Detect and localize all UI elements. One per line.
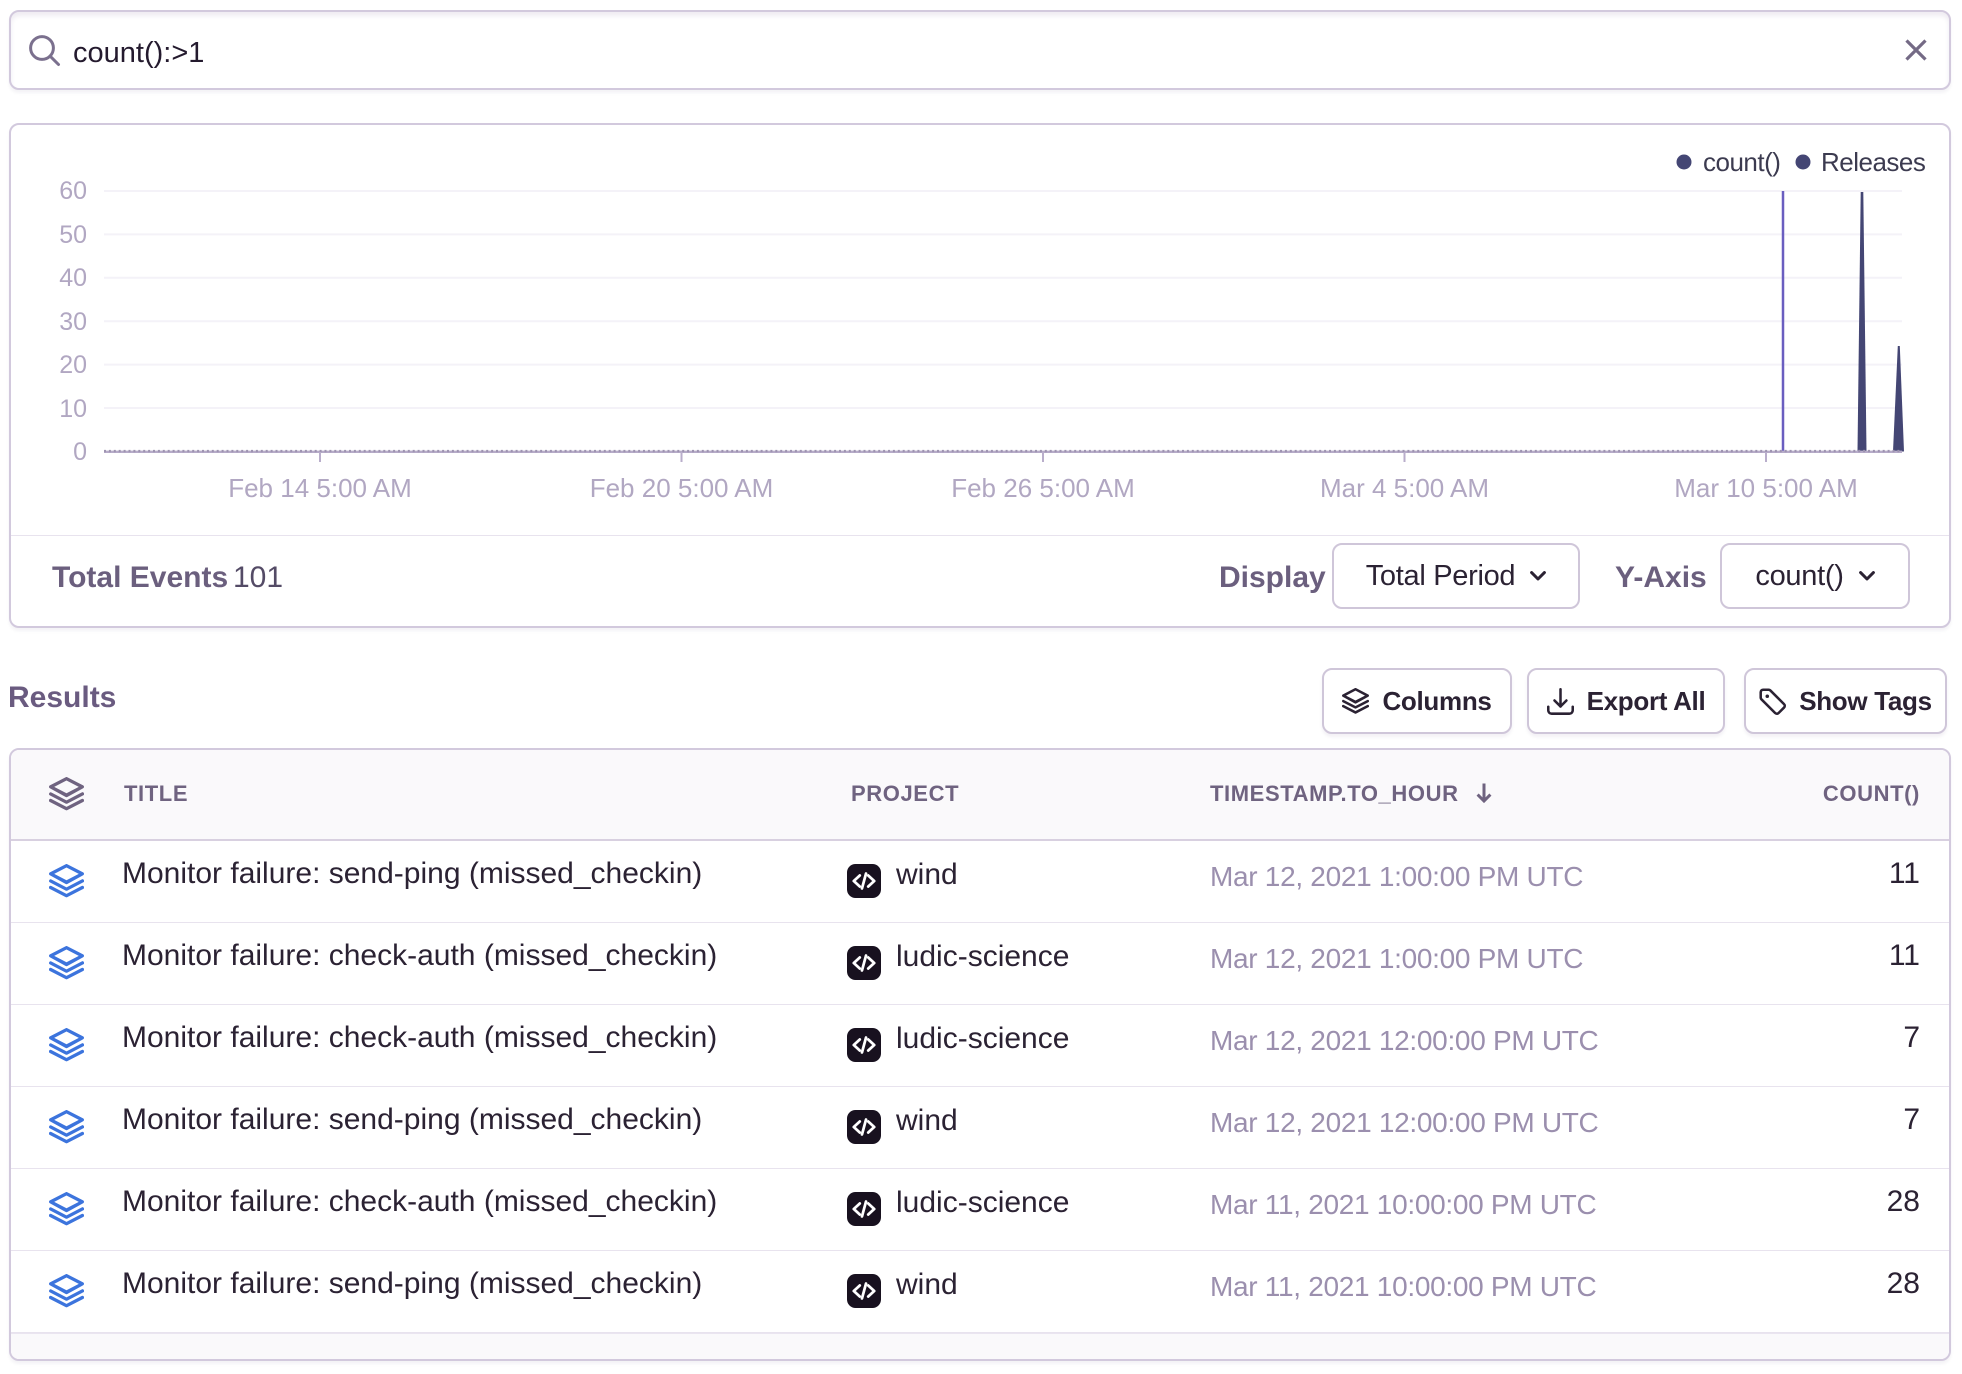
svg-text:30: 30 (59, 308, 87, 336)
svg-text:Releases: Releases (1821, 147, 1926, 177)
svg-text:0: 0 (73, 438, 87, 466)
svg-text:Feb 26 5:00 AM: Feb 26 5:00 AM (951, 473, 1135, 503)
svg-text:20: 20 (59, 351, 87, 379)
svg-text:count(): count() (1703, 147, 1780, 177)
svg-text:Mar 4 5:00 AM: Mar 4 5:00 AM (1320, 473, 1489, 503)
svg-text:40: 40 (59, 264, 87, 292)
svg-text:50: 50 (59, 221, 87, 249)
svg-text:Mar 10 5:00 AM: Mar 10 5:00 AM (1674, 473, 1858, 503)
svg-text:Feb 20 5:00 AM: Feb 20 5:00 AM (590, 473, 774, 503)
svg-text:Feb 14 5:00 AM: Feb 14 5:00 AM (228, 473, 412, 503)
svg-text:10: 10 (59, 395, 87, 423)
svg-text:60: 60 (59, 177, 87, 205)
